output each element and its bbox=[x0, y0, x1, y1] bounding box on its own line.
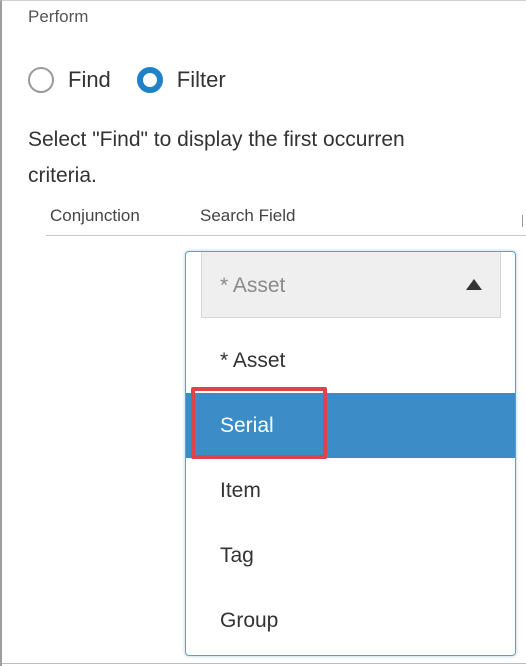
option-tag[interactable]: Tag bbox=[186, 523, 515, 588]
find-radio-label[interactable]: Find bbox=[68, 67, 111, 93]
search-field-options: * Asset Serial Item Tag Group bbox=[186, 328, 515, 653]
search-criteria-panel: Perform Find Filter Select "Find" to dis… bbox=[0, 0, 526, 666]
perform-radio-group: Find Filter bbox=[28, 63, 226, 97]
help-text: Select "Find" to display the first occur… bbox=[28, 122, 526, 194]
filter-radio-label[interactable]: Filter bbox=[177, 67, 226, 93]
perform-label: Perform bbox=[28, 7, 89, 26]
help-text-line-2: criteria. bbox=[28, 164, 97, 187]
header-divider bbox=[46, 235, 526, 236]
help-text-line-1: Select "Find" to display the first occur… bbox=[28, 128, 405, 151]
option-asset[interactable]: * Asset bbox=[186, 328, 515, 393]
bottom-divider bbox=[2, 663, 526, 664]
highlight-callout-box bbox=[191, 387, 327, 459]
option-group[interactable]: Group bbox=[186, 588, 515, 653]
chevron-up-icon[interactable] bbox=[466, 279, 482, 290]
search-field-column-header: Search Field bbox=[200, 206, 296, 225]
column-divider bbox=[522, 215, 523, 227]
filter-radio[interactable] bbox=[136, 67, 163, 93]
search-field-selected-value: * Asset bbox=[220, 274, 286, 297]
conjunction-column-header: Conjunction bbox=[50, 206, 140, 225]
find-radio[interactable] bbox=[28, 67, 54, 93]
option-item[interactable]: Item bbox=[186, 458, 515, 523]
search-field-select[interactable]: * Asset bbox=[201, 252, 501, 318]
